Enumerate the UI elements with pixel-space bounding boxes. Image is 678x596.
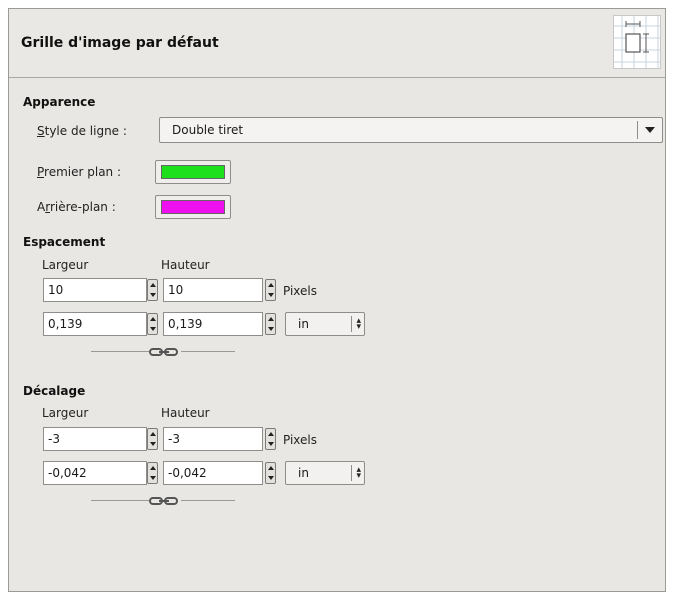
decalage-height-in-input[interactable]: -0,042	[163, 461, 263, 485]
decalage-unit-select[interactable]: in ▴ ▾	[285, 461, 365, 485]
foreground-color-button[interactable]	[155, 160, 231, 184]
decalage-section-title: Décalage	[23, 384, 86, 398]
line-style-value: Double tiret	[172, 123, 244, 137]
espacement-section-title: Espacement	[23, 235, 106, 249]
foreground-label: Premier plan :	[37, 165, 122, 179]
decalage-width-in-input[interactable]: -0,042	[43, 461, 147, 485]
grid-icon	[613, 15, 661, 69]
espacement-width-px-input[interactable]: 10	[43, 278, 147, 302]
decalage-width-in-stepper[interactable]	[147, 462, 158, 484]
line-style-dropdown[interactable]: Double tiret	[159, 117, 663, 143]
decalage-width-px-stepper[interactable]	[147, 428, 158, 450]
espacement-height-label: Hauteur	[161, 258, 210, 272]
espacement-height-in-stepper[interactable]	[265, 313, 276, 335]
background-color-swatch	[161, 200, 225, 214]
espacement-height-px-stepper[interactable]	[265, 279, 276, 301]
decalage-height-label: Hauteur	[161, 406, 210, 420]
apparence-section-title: Apparence	[23, 95, 96, 109]
panel-header: Grille d'image par défaut	[9, 9, 665, 78]
foreground-color-swatch	[161, 165, 225, 179]
espacement-height-px-input[interactable]: 10	[163, 278, 263, 302]
spinner-arrows-icon: ▴ ▾	[356, 465, 361, 481]
chain-line-right	[181, 351, 235, 352]
decalage-height-in-stepper[interactable]	[265, 462, 276, 484]
page-title: Grille d'image par défaut	[21, 35, 219, 51]
line-style-label: Style de ligne :	[37, 124, 127, 138]
chain-icon[interactable]	[149, 496, 179, 506]
chain-line-left	[91, 351, 149, 352]
decalage-width-label: Largeur	[42, 406, 89, 420]
decalage-height-px-stepper[interactable]	[265, 428, 276, 450]
espacement-width-px-stepper[interactable]	[147, 279, 158, 301]
dropdown-separator	[637, 121, 638, 139]
espacement-pixels-label: Pixels	[283, 284, 318, 298]
espacement-width-in-input[interactable]: 0,139	[43, 312, 147, 336]
espacement-width-in-stepper[interactable]	[147, 313, 158, 335]
background-color-button[interactable]	[155, 195, 231, 219]
decalage-pixels-label: Pixels	[283, 433, 318, 447]
espacement-width-label: Largeur	[42, 258, 89, 272]
chain-line-right	[181, 500, 235, 501]
chain-line-left	[91, 500, 149, 501]
spinner-arrows-icon: ▴ ▾	[356, 316, 361, 332]
espacement-height-in-input[interactable]: 0,139	[163, 312, 263, 336]
grid-preferences-panel: Grille d'image par défaut Apparence Styl…	[8, 8, 666, 592]
dropdown-arrow-icon	[645, 127, 655, 133]
decalage-width-px-input[interactable]: -3	[43, 427, 147, 451]
chain-icon[interactable]	[149, 347, 179, 357]
espacement-unit-select[interactable]: in ▴ ▾	[285, 312, 365, 336]
background-label: Arrière-plan :	[37, 200, 116, 214]
decalage-height-px-input[interactable]: -3	[163, 427, 263, 451]
